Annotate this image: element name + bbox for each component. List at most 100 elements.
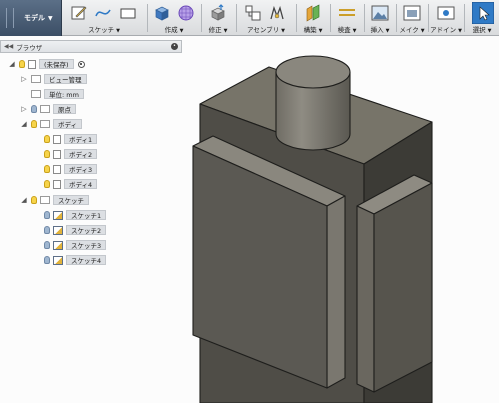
tree-node-sketch[interactable]: スケッチ3 (44, 239, 107, 251)
visibility-bulb-icon[interactable] (44, 226, 50, 234)
tree-node-label: 単位: mm (44, 89, 84, 99)
rectangle-icon[interactable] (119, 4, 137, 22)
visibility-bulb-icon[interactable] (44, 165, 50, 173)
tree-node-units[interactable]: 単位: mm (31, 88, 84, 100)
toolbar-group-label: 構築 (303, 26, 317, 34)
model-body-group (192, 55, 433, 403)
expand-right-icon[interactable]: ▷ (20, 105, 28, 113)
chevron-down-icon: ▼ (420, 28, 425, 34)
tree-node-body[interactable]: ボディ2 (44, 148, 98, 160)
tree-node-label: ビュー管理 (44, 74, 87, 84)
cylinder-top (275, 55, 351, 89)
sketch-pencil-icon[interactable] (70, 4, 88, 22)
visibility-bulb-icon[interactable] (31, 196, 37, 204)
chevron-down-icon: ▼ (318, 28, 323, 34)
tree-node-body[interactable]: ボディ4 (44, 178, 98, 190)
tree-node-label: 原点 (53, 104, 76, 114)
toolbar-divider (428, 4, 429, 32)
visibility-bulb-icon[interactable] (44, 256, 50, 264)
tree-node-bodies[interactable]: ◢ ボディ (20, 118, 83, 130)
toolbar: モデル ▼ スケッチ ▼ 作成 ▼ 修正 ▼ アセンブリ ▼ 構築 ▼ 検査 ▼… (0, 0, 499, 36)
left-slab-side (326, 195, 346, 389)
sketch-icon (53, 240, 63, 250)
toolbar-group-addins[interactable]: アドイン ▼ (430, 0, 462, 36)
visibility-bulb-icon[interactable] (44, 211, 50, 219)
visibility-bulb-icon[interactable] (44, 150, 50, 158)
chevron-down-icon: ▼ (458, 28, 462, 34)
spline-icon[interactable] (94, 4, 112, 22)
sketch-icon (53, 225, 63, 235)
tree-node-label: ボディ (53, 119, 83, 129)
toolbar-group-label: 挿入 (370, 26, 384, 34)
toolbar-group-label: スケッチ (88, 26, 115, 34)
toolbar-group-insert[interactable]: 挿入 ▼ (366, 0, 394, 36)
toolbar-grip[interactable] (6, 8, 14, 28)
toolbar-group-create[interactable]: 作成 ▼ (149, 0, 199, 36)
toolbar-group-modify[interactable]: 修正 ▼ (203, 0, 233, 36)
grid-sphere-icon[interactable] (177, 4, 195, 22)
new-component-icon[interactable] (244, 4, 262, 22)
toolbar-divider (396, 4, 397, 32)
visibility-bulb-icon[interactable] (31, 105, 37, 113)
visibility-bulb-icon[interactable] (44, 241, 50, 249)
expand-down-icon[interactable]: ◢ (20, 196, 28, 204)
insert-image-icon[interactable] (371, 4, 389, 22)
body-icon (53, 179, 61, 189)
toolbar-divider (296, 4, 297, 32)
visibility-bulb-icon[interactable] (44, 135, 50, 143)
joint-icon[interactable] (268, 4, 286, 22)
tree-node-label: スケッチ4 (66, 255, 107, 265)
visibility-bulb-icon[interactable] (19, 60, 25, 68)
browser-header[interactable]: ◀◀ ブラウザ • (0, 40, 182, 53)
toolbar-divider (330, 4, 331, 32)
chevron-down-icon: ▼ (116, 28, 120, 34)
toolbar-divider (236, 4, 237, 32)
toolbar-group-label: 作成 (164, 26, 178, 34)
activate-radio-icon[interactable] (77, 60, 85, 68)
select-cursor-icon[interactable] (472, 2, 494, 24)
document-settings-icon (31, 90, 41, 98)
toolbar-group-label: アドイン (430, 26, 457, 34)
collapse-arrow-icon[interactable]: ◀◀ (4, 43, 13, 50)
folder-icon (40, 196, 50, 204)
folder-icon (40, 120, 50, 128)
measure-icon[interactable] (338, 4, 356, 22)
tree-node-label: スケッチ (53, 195, 89, 205)
tree-node-body[interactable]: ボディ1 (44, 133, 98, 145)
make-print-icon[interactable] (403, 4, 421, 22)
body-icon (53, 134, 61, 144)
tree-node-label: スケッチ1 (66, 210, 107, 220)
box-create-icon[interactable] (153, 4, 171, 22)
tree-node-sketches[interactable]: ◢ スケッチ (20, 194, 89, 206)
tree-root[interactable]: ◢ (未保存) (8, 58, 85, 70)
chevron-down-icon: ▼ (223, 28, 228, 34)
pin-icon[interactable]: • (171, 43, 178, 50)
addin-gear-icon[interactable] (437, 4, 455, 22)
tree-node-label: スケッチ2 (66, 225, 107, 235)
toolbar-group-construct[interactable]: 構築 ▼ (298, 0, 328, 36)
toolbar-divider (147, 4, 148, 32)
chevron-down-icon: ▼ (281, 28, 286, 34)
workspace-selector[interactable]: モデル ▼ (0, 0, 62, 36)
expand-down-icon[interactable]: ◢ (8, 60, 16, 68)
tree-node-sketch[interactable]: スケッチ2 (44, 224, 107, 236)
toolbar-group-make[interactable]: メイク ▼ (398, 0, 426, 36)
expand-right-icon[interactable]: ▷ (20, 75, 28, 83)
visibility-bulb-icon[interactable] (31, 120, 37, 128)
offset-plane-icon[interactable] (304, 4, 322, 22)
toolbar-group-select[interactable]: 選択 ▼ (466, 0, 498, 36)
tree-node-named-views[interactable]: ▷ ビュー管理 (20, 73, 87, 85)
visibility-bulb-icon[interactable] (44, 180, 50, 188)
press-pull-icon[interactable] (209, 4, 227, 22)
folder-icon (40, 105, 50, 113)
toolbar-group-inspect[interactable]: 検査 ▼ (332, 0, 362, 36)
tree-node-body[interactable]: ボディ3 (44, 163, 98, 175)
toolbar-group-assemble[interactable]: アセンブリ ▼ (238, 0, 294, 36)
expand-down-icon[interactable]: ◢ (20, 120, 28, 128)
tree-node-sketch[interactable]: スケッチ1 (44, 209, 107, 221)
chevron-down-icon: ▼ (179, 28, 184, 34)
tree-node-sketch[interactable]: スケッチ4 (44, 254, 107, 266)
tree-node-origin[interactable]: ▷ 原点 (20, 103, 76, 115)
sketch-icon (53, 210, 63, 220)
toolbar-group-sketch[interactable]: スケッチ ▼ (64, 0, 144, 36)
